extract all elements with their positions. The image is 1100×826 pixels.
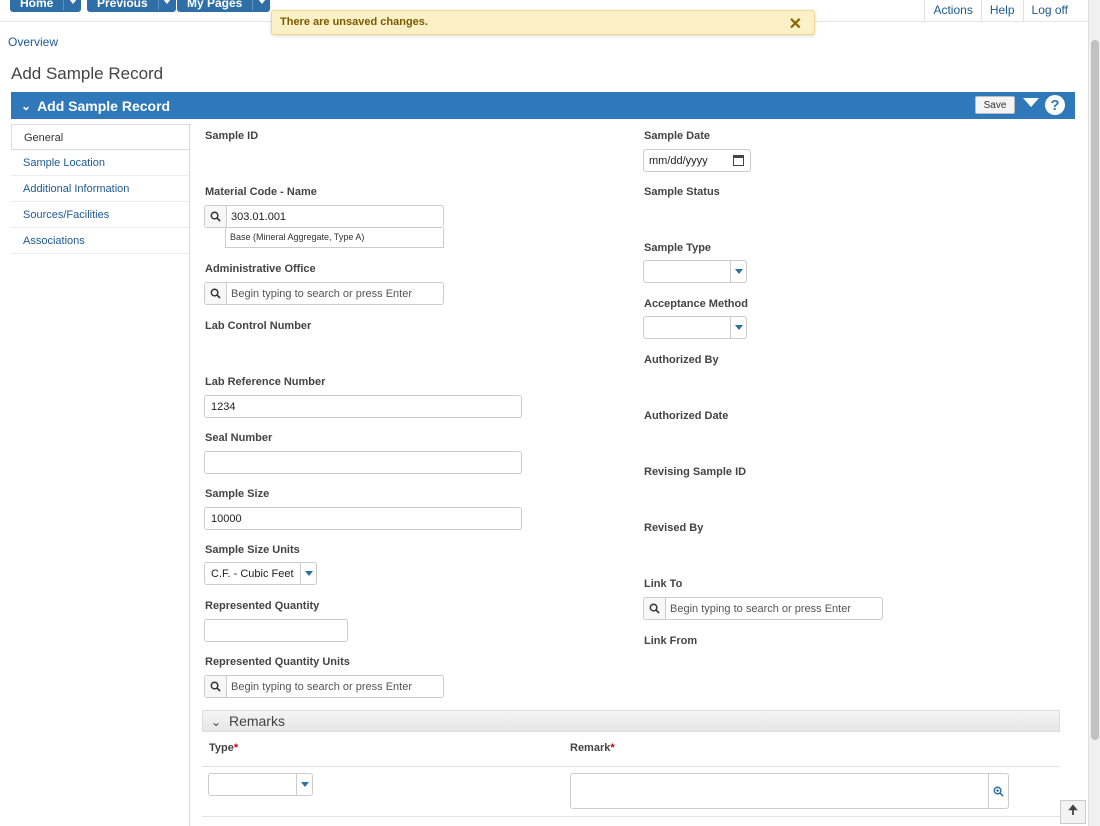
type-header-label: Type bbox=[209, 742, 234, 754]
vertical-scrollbar[interactable] bbox=[1088, 0, 1100, 826]
remark-textarea[interactable] bbox=[570, 773, 1009, 809]
search-icon[interactable] bbox=[205, 676, 227, 697]
save-button[interactable]: Save bbox=[975, 96, 1015, 114]
panel-menu-dropdown-icon[interactable] bbox=[1023, 98, 1039, 107]
previous-label: Previous bbox=[97, 0, 148, 10]
panel-title: Add Sample Record bbox=[37, 97, 171, 114]
authorized-by-label: Authorized By bbox=[644, 354, 719, 366]
represented-quantity-input[interactable] bbox=[204, 619, 348, 642]
chevron-down-icon[interactable] bbox=[296, 774, 312, 795]
seal-number-label: Seal Number bbox=[205, 432, 273, 444]
search-icon[interactable] bbox=[644, 598, 666, 619]
breadcrumb[interactable]: Overview bbox=[8, 35, 58, 49]
home-dropdown-icon[interactable] bbox=[63, 0, 81, 10]
previous-dropdown-icon[interactable] bbox=[157, 0, 176, 10]
material-code-label: Material Code - Name bbox=[205, 186, 317, 198]
seal-number-input[interactable] bbox=[204, 451, 522, 474]
represented-quantity-label: Represented Quantity bbox=[205, 600, 320, 612]
sample-date-input[interactable]: mm/dd/yyyy bbox=[643, 149, 751, 172]
remark-header-label: Remark bbox=[570, 742, 611, 754]
acceptance-method-select[interactable] bbox=[643, 316, 747, 339]
lab-reference-number-label: Lab Reference Number bbox=[205, 376, 326, 388]
search-icon[interactable] bbox=[205, 206, 227, 227]
remark-type-select[interactable] bbox=[208, 773, 313, 796]
chevron-down-icon[interactable] bbox=[300, 563, 316, 584]
chevron-down-icon[interactable]: ⌄ bbox=[21, 99, 31, 113]
sample-id-label: Sample ID bbox=[205, 130, 259, 142]
lab-reference-number-input[interactable]: 1234 bbox=[204, 395, 522, 418]
unsaved-changes-toast: There are unsaved changes. ✕ bbox=[271, 10, 815, 35]
left-nav-item-general[interactable]: General bbox=[11, 124, 191, 150]
required-marker: * bbox=[233, 742, 239, 754]
toast-message: There are unsaved changes. bbox=[280, 16, 428, 28]
material-code-hint: Base (Mineral Aggregate, Type A) bbox=[225, 228, 444, 248]
left-nav-item-additional-information[interactable]: Additional Information bbox=[11, 176, 190, 202]
remarks-remark-header: Remark* bbox=[570, 742, 615, 754]
search-icon[interactable] bbox=[205, 283, 227, 304]
authorized-date-label: Authorized Date bbox=[644, 410, 729, 422]
sample-date-label: Sample Date bbox=[644, 130, 711, 142]
calendar-icon[interactable] bbox=[733, 155, 744, 166]
revised-by-label: Revised By bbox=[644, 522, 704, 534]
my-pages-label: My Pages bbox=[187, 0, 243, 10]
sample-size-units-select[interactable]: C.F. - Cubic Feet bbox=[204, 562, 317, 585]
scroll-to-top-button[interactable]: 🠉 bbox=[1060, 800, 1086, 824]
represented-quantity-units-placeholder: Begin typing to search or press Enter bbox=[231, 681, 412, 693]
sample-size-input[interactable]: 10000 bbox=[204, 507, 522, 530]
sample-size-units-label: Sample Size Units bbox=[205, 544, 300, 556]
previous-button[interactable]: Previous bbox=[87, 0, 176, 12]
chevron-down-icon[interactable]: ⌄ bbox=[211, 715, 221, 729]
link-to-field[interactable]: Begin typing to search or press Enter bbox=[643, 597, 883, 620]
help-icon[interactable]: ? bbox=[1045, 95, 1065, 115]
required-marker: * bbox=[610, 742, 615, 754]
revising-sample-id-label: Revising Sample ID bbox=[644, 466, 747, 478]
actions-link[interactable]: Actions bbox=[924, 0, 980, 21]
remarks-type-header: Type* bbox=[209, 742, 238, 754]
sample-type-label: Sample Type bbox=[644, 242, 712, 254]
administrative-office-label: Administrative Office bbox=[205, 263, 316, 275]
sample-date-value: mm/dd/yyyy bbox=[649, 155, 708, 167]
help-link[interactable]: Help bbox=[980, 0, 1023, 21]
left-nav-item-sources-facilities[interactable]: Sources/Facilities bbox=[11, 202, 190, 228]
arrow-up-icon: 🠉 bbox=[1067, 802, 1079, 817]
sample-size-units-value: C.F. - Cubic Feet bbox=[211, 568, 294, 580]
remarks-title: Remarks bbox=[228, 713, 285, 729]
link-to-label: Link To bbox=[644, 578, 683, 590]
zoom-icon[interactable] bbox=[988, 774, 1008, 808]
represented-quantity-units-label: Represented Quantity Units bbox=[205, 656, 350, 668]
panel-header: ⌄ Add Sample Record Save ? bbox=[11, 92, 1075, 119]
sample-status-label: Sample Status bbox=[644, 186, 720, 198]
home-label: Home bbox=[20, 0, 54, 10]
link-to-placeholder: Begin typing to search or press Enter bbox=[670, 603, 851, 615]
scrollbar-thumb[interactable] bbox=[1091, 40, 1099, 740]
my-pages-dropdown-icon[interactable] bbox=[252, 0, 270, 10]
sample-type-select[interactable] bbox=[643, 260, 747, 283]
administrative-office-field[interactable]: Begin typing to search or press Enter bbox=[204, 282, 444, 305]
link-from-label: Link From bbox=[644, 635, 698, 647]
left-nav-item-associations[interactable]: Associations bbox=[11, 228, 190, 254]
represented-quantity-units-field[interactable]: Begin typing to search or press Enter bbox=[204, 675, 444, 698]
lab-control-number-label: Lab Control Number bbox=[205, 320, 312, 332]
chevron-down-icon[interactable] bbox=[730, 261, 746, 282]
close-icon[interactable]: ✕ bbox=[789, 14, 802, 34]
acceptance-method-label: Acceptance Method bbox=[644, 298, 748, 310]
sample-size-label: Sample Size bbox=[205, 488, 270, 500]
left-nav-item-sample-location[interactable]: Sample Location bbox=[11, 150, 190, 176]
remarks-row-divider bbox=[202, 816, 1060, 817]
my-pages-button[interactable]: My Pages bbox=[177, 0, 271, 12]
chevron-down-icon[interactable] bbox=[730, 317, 746, 338]
nav-divider bbox=[189, 124, 190, 826]
home-button[interactable]: Home bbox=[10, 0, 82, 12]
remarks-header-divider bbox=[202, 766, 1060, 767]
logoff-link[interactable]: Log off bbox=[1022, 0, 1076, 21]
administrative-office-placeholder: Begin typing to search or press Enter bbox=[231, 288, 412, 300]
page-title: Add Sample Record bbox=[11, 64, 164, 83]
material-code-value: 303.01.001 bbox=[231, 211, 287, 223]
left-nav: General Sample Location Additional Infor… bbox=[11, 124, 191, 254]
material-code-field[interactable]: 303.01.001 bbox=[204, 205, 444, 228]
top-right-links: Actions Help Log off bbox=[924, 0, 1076, 21]
remarks-section-header[interactable]: ⌄ Remarks bbox=[202, 710, 1060, 732]
